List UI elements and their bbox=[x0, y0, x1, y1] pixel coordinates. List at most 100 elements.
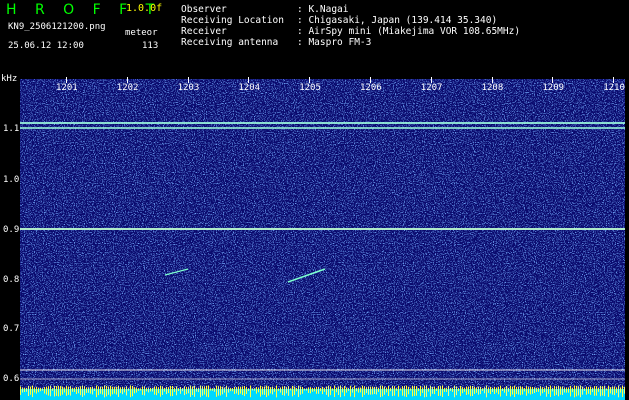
level-spike bbox=[226, 385, 227, 397]
time-tick-label: 1202 bbox=[116, 83, 139, 93]
level-spike bbox=[326, 386, 327, 395]
level-spike bbox=[492, 387, 493, 392]
level-spike bbox=[168, 387, 169, 394]
carrier-line-upper-b bbox=[20, 127, 625, 129]
level-spike bbox=[444, 387, 445, 392]
level-spike bbox=[422, 387, 423, 393]
level-spike bbox=[224, 387, 225, 393]
level-spike bbox=[222, 386, 223, 395]
level-spike bbox=[398, 385, 399, 397]
frequency-tick-label: 0.7 bbox=[3, 324, 20, 334]
level-spike bbox=[214, 387, 215, 392]
level-spike bbox=[352, 387, 353, 393]
filename-label: KN9_2506121200.png bbox=[8, 22, 106, 32]
level-spike bbox=[528, 387, 529, 394]
level-spike bbox=[312, 387, 313, 392]
level-spike bbox=[338, 386, 339, 396]
level-spike bbox=[198, 387, 199, 393]
level-spike bbox=[552, 387, 553, 392]
level-spike bbox=[620, 387, 621, 393]
time-tick-mark bbox=[430, 77, 432, 83]
level-spike bbox=[156, 386, 157, 396]
level-spike bbox=[526, 386, 527, 396]
time-tick-label: 1205 bbox=[299, 83, 321, 93]
level-spike bbox=[590, 386, 591, 395]
level-spike bbox=[250, 385, 251, 398]
level-spike bbox=[396, 388, 397, 391]
level-spike bbox=[548, 386, 549, 394]
level-spike bbox=[154, 386, 155, 395]
level-spike bbox=[158, 387, 159, 394]
level-spike bbox=[410, 388, 411, 391]
frequency-tick-label: 0.6 bbox=[3, 374, 20, 384]
level-spike bbox=[256, 387, 257, 394]
level-spike bbox=[370, 386, 371, 395]
level-spike bbox=[254, 388, 255, 391]
level-spike bbox=[116, 386, 117, 395]
level-spike bbox=[262, 386, 263, 395]
level-spike bbox=[374, 386, 375, 394]
time-tick-label: 1210 bbox=[603, 83, 625, 93]
level-spike bbox=[404, 385, 405, 397]
level-spike bbox=[560, 386, 561, 395]
level-spike bbox=[574, 385, 575, 398]
level-spike bbox=[508, 387, 509, 392]
level-spike bbox=[36, 387, 37, 394]
level-spike bbox=[462, 387, 463, 394]
level-spike bbox=[386, 387, 387, 393]
level-spike bbox=[104, 385, 105, 398]
level-spike bbox=[484, 387, 485, 394]
level-spike bbox=[336, 387, 337, 393]
level-spike bbox=[260, 385, 261, 397]
level-spike bbox=[66, 386, 67, 396]
level-spike bbox=[52, 388, 53, 391]
antenna-value: : Maspro FM-3 bbox=[297, 37, 372, 48]
time-tick-mark bbox=[126, 77, 128, 83]
level-spike bbox=[596, 386, 597, 396]
level-spike bbox=[294, 386, 295, 395]
level-spike bbox=[228, 387, 229, 393]
frequency-tick-label: 1.1 bbox=[3, 124, 20, 134]
time-tick-mark bbox=[552, 77, 554, 83]
level-spike bbox=[20, 386, 21, 395]
level-spike bbox=[46, 386, 47, 395]
level-spike bbox=[268, 386, 269, 396]
mode-label: meteor bbox=[125, 28, 158, 38]
level-spike bbox=[354, 385, 355, 398]
level-spike bbox=[72, 387, 73, 392]
level-spike bbox=[448, 386, 449, 396]
level-spike bbox=[356, 388, 357, 392]
level-spike bbox=[306, 388, 307, 391]
level-spike bbox=[602, 386, 603, 396]
level-spike bbox=[428, 387, 429, 392]
level-spike bbox=[48, 386, 49, 396]
level-spike bbox=[28, 385, 29, 397]
level-spike bbox=[446, 387, 447, 392]
level-spike bbox=[472, 386, 473, 396]
level-spike bbox=[172, 385, 173, 397]
level-spike bbox=[264, 386, 265, 395]
level-spike bbox=[300, 386, 301, 395]
level-spike bbox=[544, 387, 545, 393]
level-spike bbox=[200, 385, 201, 398]
level-spike bbox=[380, 385, 381, 398]
level-spike bbox=[322, 386, 323, 395]
level-spike bbox=[152, 387, 153, 392]
level-spike bbox=[84, 386, 85, 396]
level-spike bbox=[192, 386, 193, 396]
level-spike bbox=[120, 387, 121, 393]
level-spike bbox=[132, 385, 133, 397]
level-spike bbox=[212, 388, 213, 391]
level-spike bbox=[166, 386, 167, 395]
level-spike bbox=[180, 386, 181, 394]
level-spike bbox=[350, 385, 351, 397]
level-spike bbox=[488, 387, 489, 393]
level-spike bbox=[184, 386, 185, 396]
level-spike bbox=[102, 386, 103, 395]
level-spike bbox=[288, 386, 289, 396]
level-spike bbox=[276, 385, 277, 398]
level-spike bbox=[196, 387, 197, 392]
level-spike bbox=[450, 388, 451, 391]
level-spike bbox=[118, 385, 119, 397]
level-spike bbox=[244, 385, 245, 397]
